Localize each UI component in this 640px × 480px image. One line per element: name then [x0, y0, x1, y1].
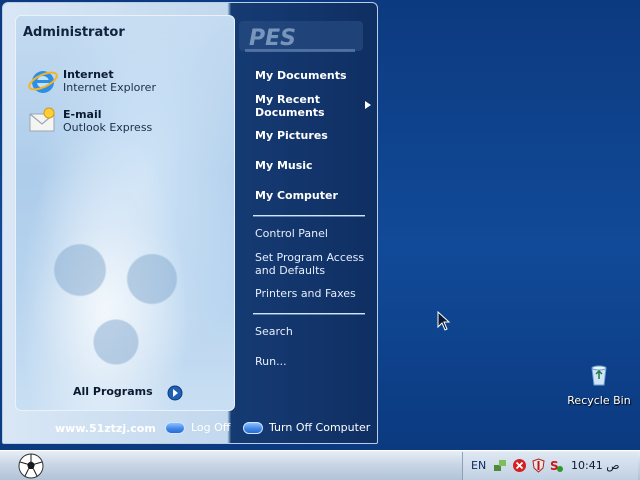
- menu-divider: [253, 215, 365, 216]
- recycle-bin-label: Recycle Bin: [567, 394, 631, 407]
- pinned-item-internet[interactable]: Internet Internet Explorer: [27, 65, 227, 99]
- pinned-item-title: E-mail: [63, 108, 102, 121]
- menu-item-my-pictures[interactable]: My Pictures: [255, 129, 328, 142]
- recycle-bin-icon: [591, 365, 607, 386]
- user-name: Administrator: [23, 25, 125, 40]
- turn-off-label: Turn Off Computer: [269, 421, 371, 434]
- soccer-ball-watermark: [26, 216, 206, 396]
- antivirus-icon[interactable]: S: [549, 458, 564, 473]
- outlook-express-icon: [29, 107, 55, 132]
- pinned-item-email[interactable]: E-mail Outlook Express: [27, 105, 227, 139]
- mouse-cursor-icon: [437, 311, 451, 331]
- menu-item-my-computer[interactable]: My Computer: [255, 189, 338, 202]
- menu-item-run[interactable]: Run...: [255, 355, 287, 368]
- all-programs-label: All Programs: [73, 385, 153, 398]
- clock[interactable]: 10:41 ص: [571, 459, 620, 472]
- language-indicator[interactable]: EN: [471, 459, 486, 472]
- menu-item-label: My Recent: [255, 93, 320, 106]
- arrow-right-icon: [167, 385, 183, 401]
- turn-off-computer-button[interactable]: Turn Off Computer: [243, 421, 373, 437]
- all-programs-button[interactable]: All Programs: [73, 385, 183, 403]
- log-off-icon: [165, 422, 185, 434]
- log-off-button[interactable]: Log Off: [165, 421, 235, 437]
- start-menu-right-pane: My Documents My Recent Documents My Pict…: [243, 3, 377, 413]
- menu-item-control-panel[interactable]: Control Panel: [255, 227, 328, 240]
- pinned-item-title: Internet: [63, 68, 114, 81]
- network-icon[interactable]: [493, 458, 508, 473]
- log-off-label: Log Off: [191, 421, 231, 434]
- start-menu-footer: www.51ztzj.com Log Off Turn Off Computer: [3, 415, 377, 443]
- menu-item-search[interactable]: Search: [255, 325, 293, 338]
- recycle-bin-shortcut[interactable]: Recycle Bin: [566, 362, 632, 412]
- menu-item-my-documents[interactable]: My Documents: [255, 69, 347, 82]
- pinned-item-subtitle: Internet Explorer: [63, 81, 156, 94]
- start-menu: Administrator Internet Internet Explorer…: [2, 2, 378, 444]
- submenu-arrow-icon: [365, 101, 371, 109]
- pinned-item-subtitle: Outlook Express: [63, 121, 153, 134]
- svg-text:S: S: [550, 459, 559, 473]
- site-link[interactable]: www.51ztzj.com: [55, 422, 156, 435]
- menu-divider: [253, 313, 365, 314]
- internet-explorer-icon: [28, 71, 58, 93]
- system-tray: EN S 10:41 ص: [462, 452, 638, 480]
- menu-item-my-music[interactable]: My Music: [255, 159, 313, 172]
- error-icon[interactable]: [512, 458, 527, 473]
- start-button-soccer-ball-icon[interactable]: [16, 452, 46, 480]
- menu-item-label: Documents: [255, 106, 325, 119]
- menu-item-set-program-access[interactable]: Set Program Access and Defaults: [255, 251, 364, 277]
- menu-item-printers-and-faxes[interactable]: Printers and Faxes: [255, 287, 356, 300]
- power-icon: [243, 422, 263, 434]
- menu-item-label: Set Program Access: [255, 251, 365, 264]
- shield-icon[interactable]: [531, 458, 546, 473]
- taskbar: EN S 10:41 ص: [0, 450, 640, 480]
- menu-item-my-recent-documents[interactable]: My Recent Documents: [255, 93, 325, 119]
- menu-item-label: and Defaults: [255, 264, 326, 277]
